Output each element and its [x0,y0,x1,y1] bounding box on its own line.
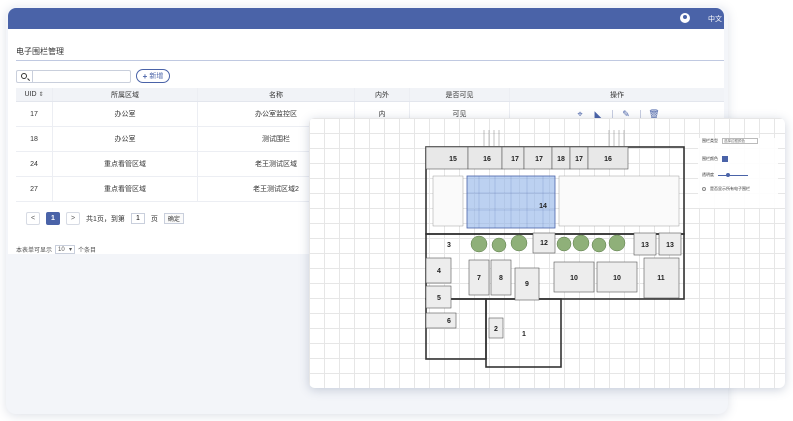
cell-uid: 24 [16,152,53,176]
show-all-row: 是否显示所有电子围栏 [702,186,750,192]
search-input[interactable] [34,71,130,82]
title-divider [16,60,724,61]
room-number-label: 5 [437,295,441,302]
per-page-suffix: 个条目 [78,248,97,254]
room-number-label: 11 [657,275,665,282]
column-header-inout: 内外 [355,88,410,101]
per-page-select[interactable]: 10 ▾ [55,245,76,254]
prev-page-button[interactable]: < [26,212,40,225]
room-number-label: 16 [483,156,491,163]
room-number-label: 13 [666,242,674,249]
room-number-label: 12 [540,240,548,247]
room-6 [425,312,457,329]
fence-type-row: 围栏类型 选择边框颜色 [702,138,758,144]
tree [608,234,626,252]
room-number-label: 14 [539,203,547,210]
opacity-slider[interactable] [718,172,748,177]
tree [591,237,607,253]
cell-area: 办公室 [53,127,198,151]
desk-block [432,175,464,227]
language-switch[interactable]: 中文 [708,14,722,24]
per-page-control: 本表单可显示 10 ▾ 个条目 [16,245,96,254]
search-box[interactable] [16,70,131,83]
room-number-label: 15 [449,156,457,163]
per-page-prefix: 本表单可显示 [16,248,53,254]
per-page-value: 10 [58,246,65,253]
column-header-actions: 操作 [610,91,624,99]
cell-uid: 27 [16,177,53,201]
tree [572,234,590,252]
room-number-label: 3 [447,242,451,249]
page-title: 电子围栏管理 [16,47,64,56]
tree [510,234,528,252]
cell-area: 重点看管区域 [53,177,198,201]
cell-uid: 17 [16,102,53,126]
fence-color-row: 围栏颜色 [702,156,728,162]
column-header-name: 名称 [198,88,355,101]
plus-icon: + [142,71,148,81]
fence-type-select[interactable]: 选择边框颜色 [722,138,758,144]
column-header-uid[interactable]: UID ⇕ [16,88,53,101]
floor-plan-panel: 15 16 17 17 18 17 16 14 12 13 13 3 4 5 6… [309,118,785,388]
cell-area: 办公室 [53,102,198,126]
room-number-label: 4 [437,268,441,275]
room-number-label: 17 [511,156,519,163]
room-number-label: 10 [570,275,578,282]
room-number-label: 7 [477,275,481,282]
sort-icon[interactable]: ⇕ [39,91,44,98]
desk-block [558,175,680,227]
room-number-label: 17 [535,156,543,163]
room-15 [425,146,469,170]
room-number-label: 18 [557,156,565,163]
next-page-button[interactable]: > [66,212,80,225]
tree [491,237,507,253]
tree [556,236,572,252]
room-number-label: 17 [575,156,583,163]
fence-color-swatch[interactable] [722,156,728,162]
column-header-visible: 是否可见 [410,88,510,101]
room-number-label: 10 [613,275,621,282]
cell-uid: 18 [16,127,53,151]
show-all-radio[interactable] [702,187,706,191]
pager-total-text: 共1页，到第 [86,215,125,223]
show-all-label: 是否显示所有电子围栏 [710,186,750,191]
fence-type-label: 围栏类型 [702,138,718,143]
page-background: 中文 电子围栏管理 + 新增 UID ⇕ 所属区域 名称 内外 是否可见 操作 [0,0,793,421]
opacity-label: 透明度 [702,172,714,177]
pager-page-unit: 页 [150,215,158,223]
user-icon[interactable] [680,13,690,23]
room-number-label: 8 [499,275,503,282]
fence-color-label: 围栏颜色 [702,156,718,161]
search-divider [32,71,33,82]
opacity-row: 透明度 [702,172,748,178]
fence-settings-panel: 围栏类型 选择边框颜色 围栏颜色 透明度 是否显示所有电子围栏 [698,138,778,208]
chevron-down-icon: ▾ [69,247,73,253]
pagination: < 1 > 共1页，到第 页 确定 [26,212,184,225]
top-bar: 中文 [8,8,724,29]
table-header: UID ⇕ 所属区域 名称 内外 是否可见 操作 [16,88,724,102]
page-jump-input[interactable] [130,213,145,224]
search-icon[interactable] [21,73,27,79]
add-button[interactable]: + 新增 [136,69,170,83]
page-button-current[interactable]: 1 [46,212,60,225]
column-header-area: 所属区域 [53,88,198,101]
room-number-label: 16 [604,156,612,163]
column-header-label: UID [24,91,37,98]
room-number-label: 9 [525,281,529,288]
add-button-label: 新增 [149,73,164,80]
room-number-label: 13 [641,242,649,249]
room-number-label: 2 [494,326,498,333]
tree [470,235,488,253]
room-number-label: 1 [522,331,526,338]
room-number-label: 6 [447,318,451,325]
cell-area: 重点看管区域 [53,152,198,176]
page-jump-confirm-button[interactable]: 确定 [163,213,184,224]
